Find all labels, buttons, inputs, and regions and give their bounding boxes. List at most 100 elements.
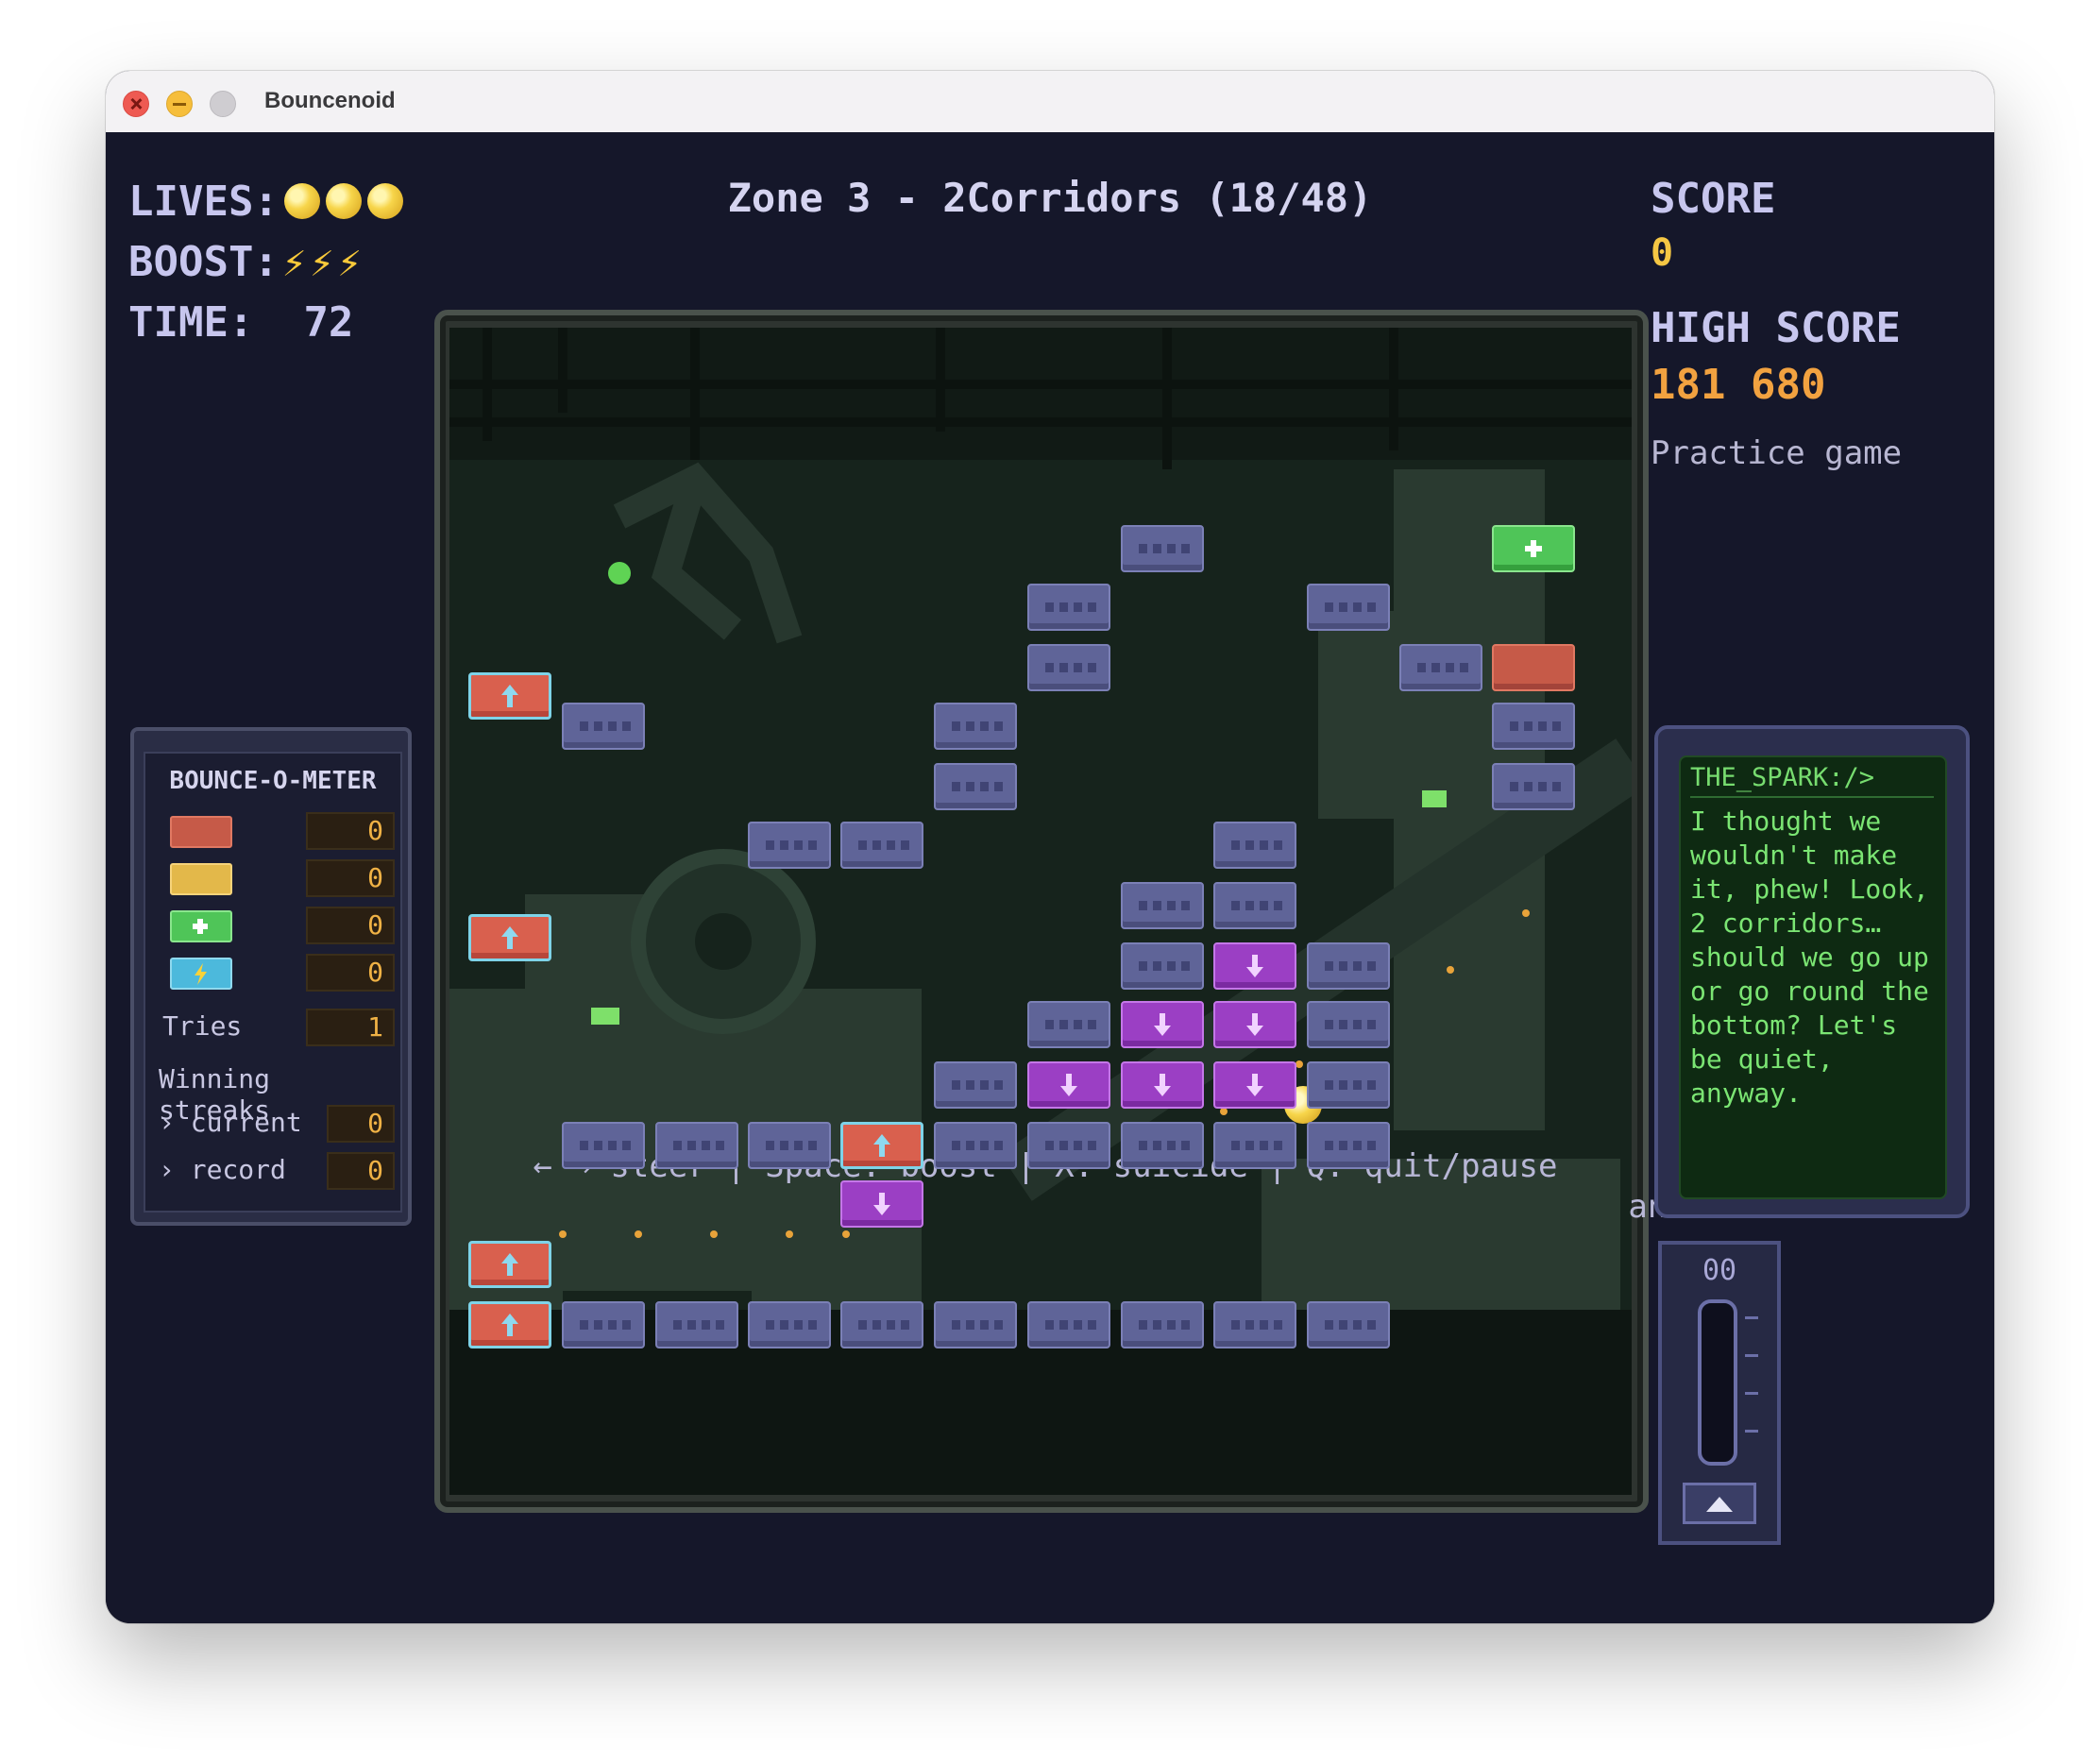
minimize-button[interactable] xyxy=(166,91,193,117)
meter-red-value: 0 xyxy=(306,812,395,850)
red-brick xyxy=(1492,644,1575,691)
gold-brick-icon xyxy=(170,863,232,895)
up-arrow-brick xyxy=(468,1241,551,1288)
meter-row-green: 0 xyxy=(159,907,395,944)
standard-brick xyxy=(934,1061,1017,1109)
red-brick-icon xyxy=(170,816,232,848)
standard-brick xyxy=(934,763,1017,810)
up-triangle-icon xyxy=(1706,1497,1733,1512)
standard-brick xyxy=(1121,1301,1204,1348)
gauge-tick xyxy=(1745,1430,1758,1433)
standard-brick xyxy=(1027,644,1110,691)
down-arrow-brick xyxy=(1121,1001,1204,1048)
up-arrow-brick xyxy=(468,1301,551,1348)
record-streak-label: › record xyxy=(159,1154,286,1185)
standard-brick xyxy=(1399,644,1482,691)
app-window: Bouncenoid LIVES: BOOST:⚡⚡⚡ TIME: 72 Zon… xyxy=(106,71,1994,1623)
boost-bolt-icon: ⚡ xyxy=(310,239,334,285)
gauge-tick xyxy=(1745,1392,1758,1395)
blue-bolt-brick-icon xyxy=(170,958,232,990)
down-arrow-icon xyxy=(1215,1063,1295,1107)
standard-brick xyxy=(1213,822,1296,869)
meter-inner: BOUNCE-O-METER 0 0 0 0 Tries 1 Winning s… xyxy=(144,752,402,1213)
standard-brick xyxy=(655,1301,738,1348)
time-label: TIME: xyxy=(128,298,254,347)
gauge-launch-button[interactable] xyxy=(1683,1483,1756,1524)
score-label: SCORE xyxy=(1651,175,1776,223)
plus-icon xyxy=(1494,527,1573,570)
meter-row-blue: 0 xyxy=(159,954,395,992)
down-arrow-icon xyxy=(1123,1063,1202,1107)
meter-row-gold: 0 xyxy=(159,859,395,897)
standard-brick xyxy=(748,1301,831,1348)
gauge-tick xyxy=(1745,1316,1758,1319)
standard-brick xyxy=(562,703,645,750)
standard-brick xyxy=(748,1122,831,1169)
time-display: TIME: 72 xyxy=(128,298,353,347)
meter-row-streaks: Winning streaks xyxy=(159,1061,395,1126)
meter-row-tries: Tries 1 xyxy=(159,1009,395,1046)
down-arrow-brick xyxy=(1213,1001,1296,1048)
gauge-tube xyxy=(1698,1299,1737,1466)
standard-brick xyxy=(840,1301,923,1348)
standard-brick xyxy=(1121,525,1204,572)
close-button[interactable] xyxy=(123,91,149,117)
gauge-value: 00 xyxy=(1702,1254,1737,1287)
standard-brick xyxy=(934,1301,1017,1348)
up-arrow-brick xyxy=(468,914,551,961)
meter-row-current: › current 0 xyxy=(159,1105,395,1143)
current-streak-value: 0 xyxy=(327,1105,395,1143)
chat-screen: THE_SPARK:/> I thought we wouldn't make … xyxy=(1679,755,1947,1199)
standard-brick xyxy=(1307,1001,1390,1048)
down-arrow-icon xyxy=(1029,1063,1109,1107)
tries-label: Tries xyxy=(162,1010,243,1042)
green-plus-brick-icon xyxy=(170,910,232,942)
game-area: LIVES: BOOST:⚡⚡⚡ TIME: 72 Zone 3 - 2Corr… xyxy=(106,132,1994,1623)
standard-brick xyxy=(655,1122,738,1169)
up-arrow-icon xyxy=(471,917,549,958)
standard-brick xyxy=(1027,584,1110,631)
up-arrow-brick xyxy=(840,1122,923,1169)
down-arrow-brick xyxy=(1027,1061,1110,1109)
meter-title: BOUNCE-O-METER xyxy=(169,767,377,795)
up-arrow-brick xyxy=(468,672,551,720)
standard-brick xyxy=(1307,942,1390,990)
down-arrow-brick xyxy=(1213,1061,1296,1109)
window-title: Bouncenoid xyxy=(264,88,396,113)
chat-message: I thought we wouldn't make it, phew! Loo… xyxy=(1690,806,1929,1109)
bounce-o-meter-panel: BOUNCE-O-METER 0 0 0 0 Tries 1 Winning s… xyxy=(130,727,412,1226)
up-arrow-icon xyxy=(471,1244,549,1285)
standard-brick xyxy=(1492,763,1575,810)
standard-brick xyxy=(1121,942,1204,990)
standard-brick xyxy=(562,1301,645,1348)
current-streak-label: › current xyxy=(159,1107,302,1138)
score-value: 0 xyxy=(1651,231,1674,275)
game-mode-label: Practice game xyxy=(1651,434,1903,472)
down-arrow-icon xyxy=(1215,944,1295,988)
meter-green-value: 0 xyxy=(306,907,395,944)
tries-value: 1 xyxy=(306,1009,395,1046)
standard-brick xyxy=(1121,882,1204,929)
meter-row-red: 0 xyxy=(159,812,395,850)
down-arrow-icon xyxy=(1215,1003,1295,1046)
high-score-value: 181 680 xyxy=(1651,361,1826,409)
standard-brick xyxy=(1492,703,1575,750)
time-value: 72 xyxy=(303,298,354,347)
up-arrow-icon xyxy=(843,1125,921,1166)
standard-brick xyxy=(934,1122,1017,1169)
boost-bolt-icon: ⚡ xyxy=(337,239,362,285)
standard-brick xyxy=(1307,1061,1390,1109)
boost-label: BOOST: xyxy=(128,238,279,286)
down-arrow-brick xyxy=(1121,1061,1204,1109)
standard-brick xyxy=(562,1122,645,1169)
down-arrow-brick xyxy=(1213,942,1296,990)
meter-row-record: › record 0 xyxy=(159,1152,395,1190)
maximize-button[interactable] xyxy=(210,91,236,117)
high-score-label: HIGH SCORE xyxy=(1651,304,1901,352)
down-arrow-brick xyxy=(840,1180,923,1228)
boost-display: BOOST:⚡⚡⚡ xyxy=(128,238,362,286)
chat-panel: THE_SPARK:/> I thought we wouldn't make … xyxy=(1654,725,1970,1218)
standard-brick xyxy=(1307,584,1390,631)
gauge-tick xyxy=(1745,1354,1758,1357)
standard-brick xyxy=(1213,882,1296,929)
